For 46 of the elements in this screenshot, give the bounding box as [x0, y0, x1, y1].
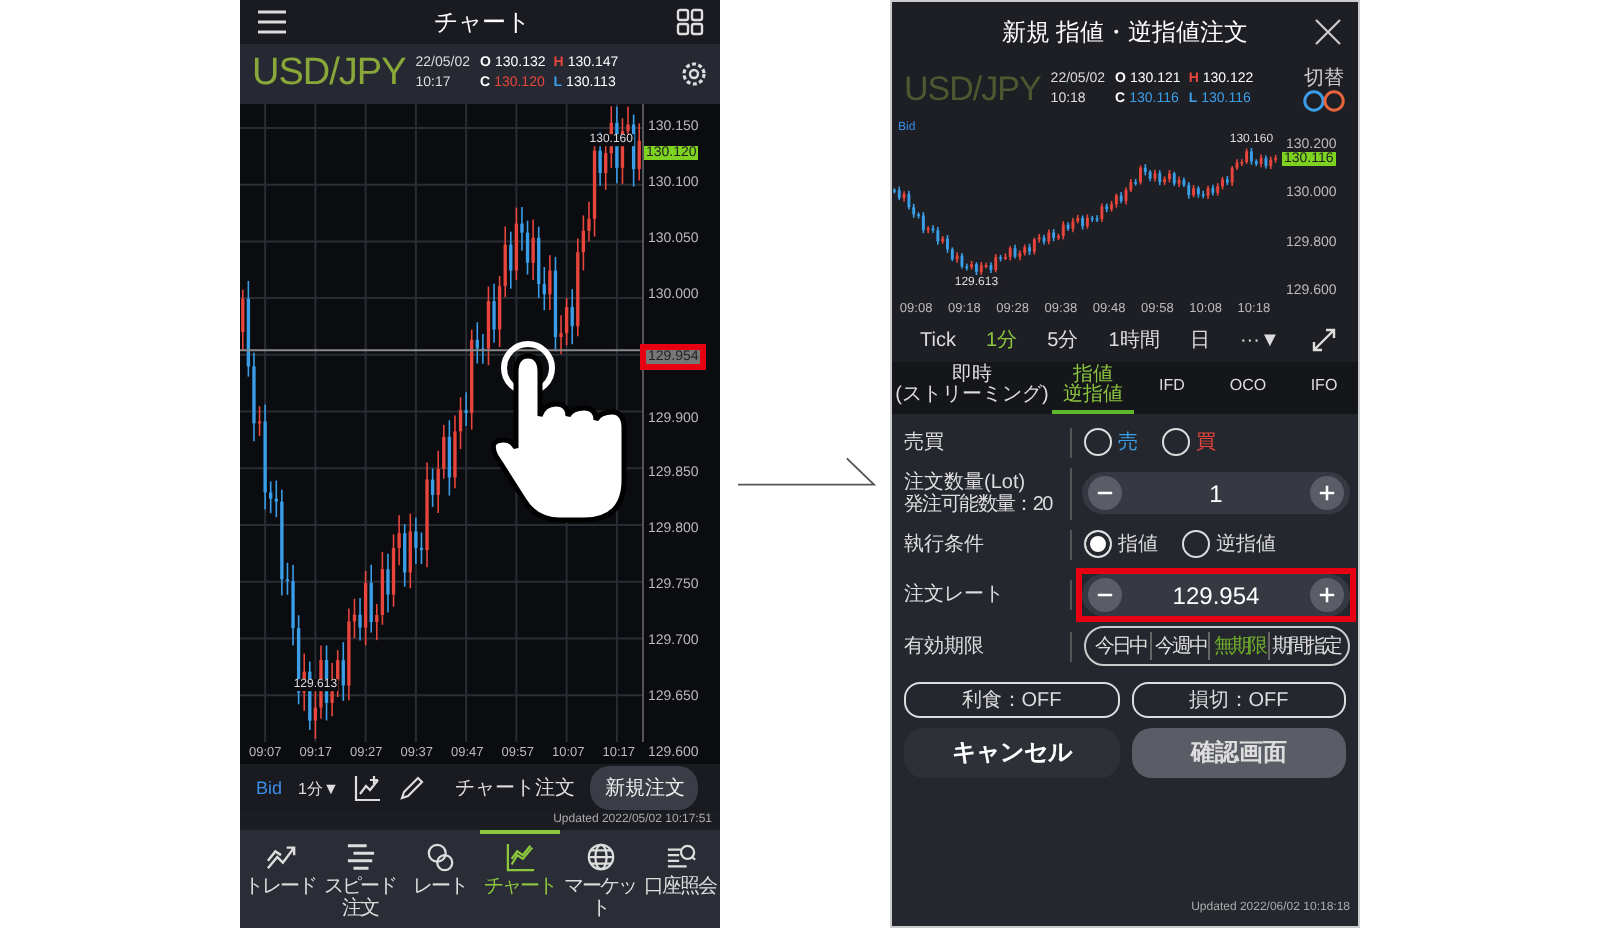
expiry-option[interactable]: 今日中 — [1092, 632, 1150, 660]
period-tab[interactable]: 1分 — [986, 326, 1018, 354]
switch-label: 切替 — [1304, 69, 1344, 89]
price-type-label[interactable]: Bid — [256, 778, 283, 798]
new-order-button[interactable]: 新規注文 — [590, 766, 699, 810]
field-label: 注文数量(Lot) — [904, 471, 1028, 493]
chart-order-button[interactable]: チャート注文 — [454, 774, 575, 802]
currency-pair: USD/JPY — [252, 52, 406, 96]
radio-label: 買 — [1196, 430, 1216, 456]
nav-tab[interactable]: レート — [400, 830, 480, 928]
expiry-option[interactable]: 無期限 — [1208, 632, 1269, 660]
confirm-button[interactable]: 確認画面 — [1131, 728, 1346, 778]
cancel-button[interactable]: キャンセル — [904, 728, 1119, 778]
period-tab[interactable]: 日 — [1189, 326, 1210, 354]
stepper-value: 1 — [1209, 479, 1223, 507]
screen-title: 新規 指値・逆指値注文 — [1001, 15, 1249, 49]
order-type-tab[interactable]: IFD — [1134, 362, 1210, 414]
nav-tab[interactable]: マーケット — [560, 830, 640, 928]
radio-label: 指値 — [1118, 531, 1158, 558]
field-label: 執行条件 — [904, 533, 986, 555]
order-type-tab[interactable]: IFO — [1286, 362, 1358, 414]
interval-dropdown[interactable]: 1分▼ — [298, 777, 339, 799]
order-type-tab[interactable]: OCO — [1210, 362, 1286, 414]
order-type-tab[interactable]: 即時 (ストリーミング) — [892, 362, 1052, 414]
nav-tab[interactable]: スピード注文 — [320, 830, 400, 928]
radio-label: 売 — [1118, 429, 1138, 456]
field-label: 注文レート — [904, 584, 1006, 606]
field-label: 売買 — [904, 431, 946, 453]
period-tab[interactable]: 1時間 — [1108, 326, 1160, 354]
toggle-button[interactable]: 利食：OFF — [904, 682, 1119, 718]
expiry-option[interactable]: 期間指定 — [1268, 632, 1343, 660]
field-label: 有効期限 — [904, 635, 986, 657]
order-type-tab[interactable]: 指値 逆指値 — [1052, 362, 1134, 414]
period-tab[interactable]: ···▼ — [1239, 329, 1280, 351]
field-sublabel: 発注可能数量：20 — [904, 493, 1052, 515]
toggle-button[interactable]: 損切：OFF — [1131, 682, 1346, 718]
screen-title: チャート — [434, 5, 530, 39]
period-tab[interactable]: 5分 — [1047, 326, 1079, 354]
nav-tab[interactable]: チャート — [480, 830, 560, 928]
nav-tab[interactable]: トレード — [240, 830, 320, 928]
radio-label: 逆指値 — [1216, 531, 1276, 558]
expiry-option[interactable]: 今週中 — [1149, 632, 1209, 660]
period-tab[interactable]: Tick — [920, 329, 956, 351]
currency-pair: USD/JPY — [904, 70, 1041, 110]
nav-tab[interactable]: 口座照会 — [640, 830, 720, 928]
stepper-value: 129.954 — [1172, 581, 1260, 609]
